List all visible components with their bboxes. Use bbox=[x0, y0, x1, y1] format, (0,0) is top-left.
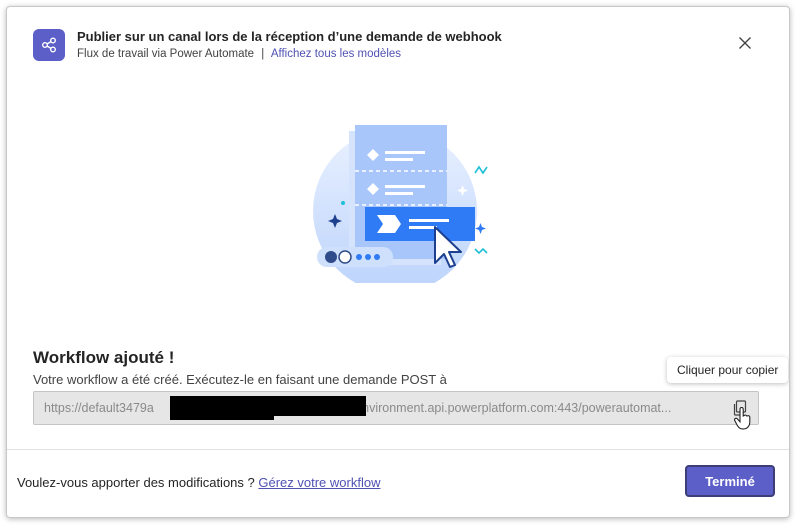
success-section: Workflow ajouté ! Votre workflow a été c… bbox=[33, 347, 763, 388]
close-button[interactable] bbox=[733, 31, 757, 55]
footer-prompt: Voulez-vous apporter des modifications ?… bbox=[17, 475, 380, 490]
success-title: Workflow ajouté ! bbox=[33, 348, 175, 367]
header-titles: Publier sur un canal lors de la réceptio… bbox=[77, 29, 502, 62]
manage-workflow-link[interactable]: Gérez votre workflow bbox=[258, 475, 380, 490]
webhook-url-field[interactable]: https://default3479a e1.environment.api.p… bbox=[33, 391, 759, 425]
subtitle-separator: | bbox=[261, 48, 265, 60]
dialog-header: Publier sur un canal lors de la réceptio… bbox=[33, 29, 765, 69]
url-end: e1.environment.api.powerplatform.com:443… bbox=[337, 401, 672, 415]
url-start: https://default3479a bbox=[44, 401, 154, 415]
hand-cursor-icon bbox=[734, 407, 751, 430]
footer-divider bbox=[7, 449, 789, 450]
redaction-bar bbox=[274, 396, 366, 416]
done-button[interactable]: Terminé bbox=[685, 465, 775, 497]
copy-tooltip: Cliquer pour copier bbox=[667, 357, 789, 383]
success-description: Votre workflow a été créé. Exécutez-le e… bbox=[33, 372, 447, 387]
close-icon bbox=[739, 37, 751, 49]
dialog: Publier sur un canal lors de la réceptio… bbox=[6, 6, 790, 518]
dialog-subtitle: Flux de travail via Power Automate | Aff… bbox=[77, 46, 502, 62]
dialog-title: Publier sur un canal lors de la réceptio… bbox=[77, 29, 502, 44]
webhook-url-text: https://default3479a e1.environment.api.p… bbox=[44, 401, 724, 415]
subtitle-text: Flux de travail via Power Automate bbox=[77, 48, 255, 60]
share-icon bbox=[33, 29, 65, 61]
redaction-bar bbox=[170, 396, 274, 420]
footer-question: Voulez-vous apporter des modifications ? bbox=[17, 475, 255, 490]
workflow-illustration bbox=[297, 123, 507, 293]
view-all-templates-link[interactable]: Affichez tous les modèles bbox=[271, 48, 401, 60]
